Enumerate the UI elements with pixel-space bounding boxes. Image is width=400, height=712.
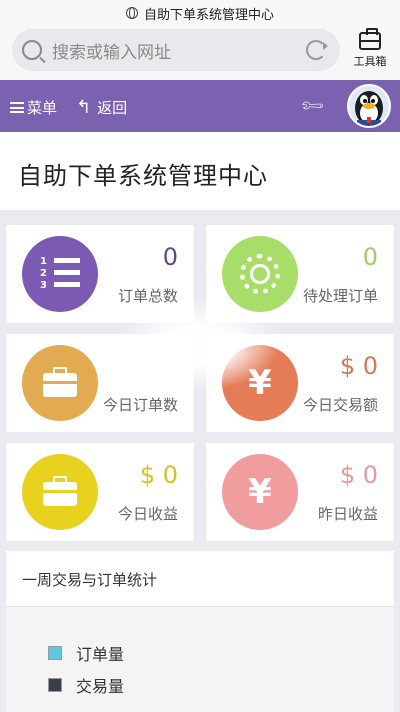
back-button[interactable]: ↰ 返回 [76, 97, 127, 118]
back-arrow-icon: ↰ [76, 96, 92, 118]
list-icon: 1 2 3 [40, 255, 80, 293]
briefcase-icon [43, 367, 77, 397]
browser-toolbar: 自助下单系统管理中心 搜索或输入网址 工具箱 [0, 0, 400, 80]
stat-label: 今日交易额 [302, 396, 378, 414]
stat-card-yesterday-income[interactable]: ¥ $ 0 昨日收益 [206, 443, 394, 541]
legend-swatch [48, 646, 62, 660]
legend-label: 订单量 [76, 645, 125, 664]
legend-label: 交易量 [76, 677, 125, 696]
toolbox-button[interactable]: 工具箱 [350, 28, 390, 74]
search-input[interactable]: 搜索或输入网址 [12, 29, 340, 71]
search-placeholder: 搜索或输入网址 [52, 42, 171, 63]
menu-label: 菜单 [27, 99, 58, 117]
refresh-icon[interactable] [306, 40, 328, 60]
legend-item-orders[interactable]: 订单量 [48, 641, 124, 665]
page-title: 自助下单系统管理中心 [18, 162, 268, 190]
toolbox-label: 工具箱 [353, 55, 387, 68]
stat-icon-circle: ¥ [222, 454, 298, 530]
stat-value: 0 [162, 243, 178, 271]
stat-icon-circle [22, 345, 98, 421]
globe-icon [125, 7, 138, 19]
weekly-chart-area: 订单量 交易量 [6, 607, 394, 712]
penguin-avatar-icon [349, 86, 389, 126]
gear-icon [240, 254, 280, 294]
stat-value: $ 0 [339, 461, 378, 489]
url-title: 自助下单系统管理中心 [143, 7, 274, 23]
page-title-card: 自助下单系统管理中心 [0, 132, 400, 210]
stat-icon-circle [22, 454, 98, 530]
weekly-stats-title: 一周交易与订单统计 [22, 571, 158, 589]
url-title-bar[interactable]: 自助下单系统管理中心 [0, 3, 400, 23]
briefcase-icon [43, 476, 77, 506]
hamburger-icon [10, 102, 24, 113]
stat-label: 昨日收益 [317, 505, 378, 523]
stat-card-today-income[interactable]: $ 0 今日收益 [6, 443, 194, 541]
search-icon [22, 40, 42, 60]
stat-icon-circle: 1 2 3 [22, 236, 98, 312]
stat-value: $ 0 [139, 461, 178, 489]
menu-button[interactable]: 菜单 [10, 97, 57, 118]
stat-label: 今日订单数 [102, 396, 178, 414]
stat-value: $ 0 [339, 352, 378, 380]
stat-label: 今日收益 [117, 505, 178, 523]
legend-item-volume[interactable]: 交易量 [48, 673, 124, 697]
app-header: 菜单 ↰ 返回 🔧︎ [0, 80, 400, 132]
weekly-stats-card: 一周交易与订单统计 订单量 交易量 [6, 551, 394, 712]
avatar[interactable] [347, 84, 391, 128]
legend-swatch [48, 678, 62, 692]
yen-icon: ¥ [248, 472, 272, 512]
stat-label: 待处理订单 [302, 287, 378, 305]
back-label: 返回 [97, 99, 128, 117]
wrench-icon[interactable]: 🔧︎ [298, 92, 326, 120]
toolbox-icon [359, 28, 381, 50]
stat-value: 0 [362, 243, 378, 271]
watermark-overlay [118, 300, 278, 390]
